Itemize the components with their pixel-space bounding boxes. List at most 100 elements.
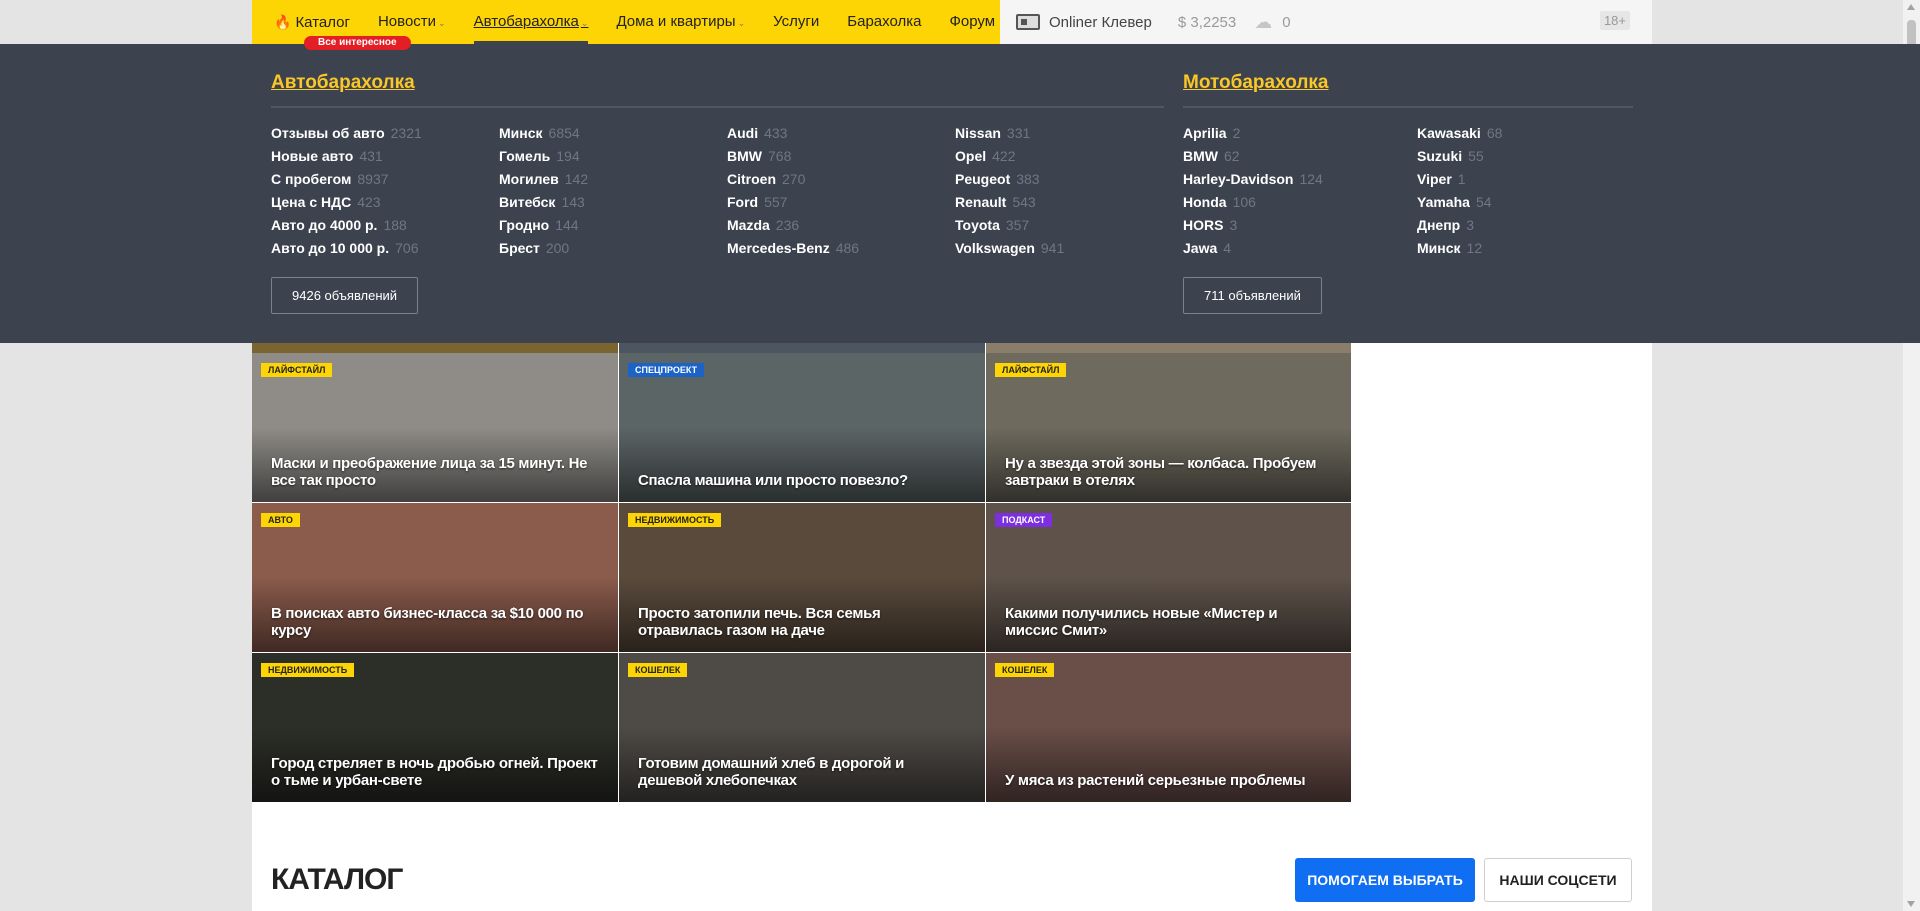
news-tile[interactable]: Подкаст Какими получились новые «Мистер и… [986, 503, 1351, 652]
scroll-up-arrow-icon[interactable] [1907, 4, 1915, 10]
auto-section-title[interactable]: Автобарахолка [271, 72, 415, 100]
moto-link-item[interactable]: Днепр 3 [1417, 214, 1502, 237]
social-networks-button[interactable]: НАШИ СОЦСЕТИ [1484, 858, 1632, 902]
auto-link-item[interactable]: Toyota 357 [955, 214, 1064, 237]
category-tag[interactable]: Авто [261, 513, 300, 527]
news-title[interactable]: Готовим домашний хлеб в дорогой и дешево… [638, 755, 965, 789]
news-title[interactable]: Какими получились новые «Мистер и миссис… [1005, 605, 1331, 639]
link-count: 543 [1012, 194, 1036, 210]
moto-link-item[interactable]: Минск 12 [1417, 237, 1502, 260]
news-tile[interactable]: Недвижимость Город стреляет в ночь дробью… [252, 653, 618, 802]
news-title[interactable]: Город стреляет в ночь дробью огней. Прое… [271, 755, 598, 789]
nav-item-catalog[interactable]: 🔥 Каталог Все интересное [274, 0, 411, 50]
tile-image-shade [619, 427, 985, 502]
promo-badge[interactable]: Все интересное [304, 36, 411, 50]
nav-item-autobaraholka[interactable]: Автобарахолка ⌄ [473, 0, 588, 44]
news-title[interactable]: Маски и преображение лица за 15 минут. Н… [271, 455, 598, 489]
moto-link-item[interactable]: Viper 1 [1417, 168, 1502, 191]
moto-link-item[interactable]: Jawa 4 [1183, 237, 1323, 260]
auto-link-item[interactable]: Гродно 144 [499, 214, 588, 237]
category-tag[interactable]: Кошелек [628, 663, 688, 677]
link-count: 423 [357, 194, 381, 210]
auto-link-item[interactable]: Opel 422 [955, 145, 1064, 168]
moto-link-item[interactable]: Harley-Davidson 124 [1183, 168, 1323, 191]
link-label: Гомель [499, 148, 551, 164]
category-tag[interactable]: Недвижимость [628, 513, 722, 527]
weather-temp[interactable]: 0 [1282, 14, 1290, 31]
auto-link-item[interactable]: Авто до 10 000 р. 706 [271, 237, 422, 260]
moto-link-item[interactable]: Honda 106 [1183, 191, 1323, 214]
moto-column-1: Aprilia 2 BMW 62 Harley-Davidson 124 Honda 106 H… [1183, 122, 1323, 260]
auto-link-item[interactable]: Минск 6854 [499, 122, 588, 145]
link-label: Harley-Davidson [1183, 171, 1294, 187]
cloud-icon: ☁ [1254, 11, 1273, 32]
auto-link-item[interactable]: Volkswagen 941 [955, 237, 1064, 260]
moto-link-item[interactable]: Yamaha 54 [1417, 191, 1502, 214]
auto-link-item[interactable]: BMW 768 [727, 145, 859, 168]
moto-column-2: Kawasaki 68 Suzuki 55 Viper 1 Yamaha 54 Днепр 3 Ми… [1417, 122, 1502, 260]
link-label: Гродно [499, 217, 550, 233]
auto-link-item[interactable]: Renault 543 [955, 191, 1064, 214]
category-tag[interactable]: Лайфстайл [261, 363, 333, 377]
auto-link-item[interactable]: Могилев 142 [499, 168, 588, 191]
news-tile[interactable]: Спецпроект Спасла машина или просто повез… [619, 353, 985, 502]
auto-link-item[interactable]: Audi 433 [727, 122, 859, 145]
clever-link[interactable]: Onliner Клевер [1049, 14, 1152, 31]
news-tile[interactable]: Кошелек Готовим домашний хлеб в дорогой и… [619, 653, 985, 802]
clever-card-icon [1016, 14, 1040, 30]
news-title[interactable]: У мяса из растений серьезные проблемы [1005, 772, 1331, 789]
moto-link-item[interactable]: BMW 62 [1183, 145, 1323, 168]
moto-section-title[interactable]: Мотобарахолка [1183, 72, 1328, 100]
auto-link-item[interactable]: С пробегом 8937 [271, 168, 422, 191]
auto-link-item[interactable]: Гомель 194 [499, 145, 588, 168]
news-title[interactable]: Ну а звезда этой зоны — колбаса. Пробуем… [1005, 455, 1331, 489]
news-tile[interactable]: Лайфстайл Ну а звезда этой зоны — колбаса… [986, 353, 1351, 502]
news-tile[interactable]: Лайфстайл Маски и преображение лица за 15… [252, 353, 618, 502]
nav-item-services[interactable]: Услуги [773, 0, 819, 44]
news-title[interactable]: Просто затопили печь. Вся семья отравила… [638, 605, 965, 639]
auto-link-item[interactable]: Ford 557 [727, 191, 859, 214]
category-tag[interactable]: Недвижимость [261, 663, 355, 677]
auto-link-item[interactable]: Mercedes-Benz 486 [727, 237, 859, 260]
auto-link-item[interactable]: Mazda 236 [727, 214, 859, 237]
auto-link-item[interactable]: Новые авто 431 [271, 145, 422, 168]
moto-link-item[interactable]: Aprilia 2 [1183, 122, 1323, 145]
news-tile[interactable]: Авто В поисках авто бизнес-класса за $10 … [252, 503, 618, 652]
auto-link-item[interactable]: Citroen 270 [727, 168, 859, 191]
auto-link-item[interactable]: Авто до 4000 р. 188 [271, 214, 422, 237]
auto-link-item[interactable]: Цена с НДС 423 [271, 191, 422, 214]
link-count: 54 [1475, 194, 1492, 210]
news-title[interactable]: В поисках авто бизнес-класса за $10 000 … [271, 605, 598, 639]
link-count: 2321 [390, 125, 422, 141]
auto-link-item[interactable]: Брест 200 [499, 237, 588, 260]
nav-label: Барахолка [847, 13, 922, 30]
news-tile[interactable]: Кошелек У мяса из растений серьезные проб… [986, 653, 1351, 802]
auto-link-item[interactable]: Nissan 331 [955, 122, 1064, 145]
link-count: 124 [1299, 171, 1323, 187]
moto-link-item[interactable]: HORS 3 [1183, 214, 1323, 237]
auto-link-item[interactable]: Витебск 143 [499, 191, 588, 214]
moto-link-item[interactable]: Suzuki 55 [1417, 145, 1502, 168]
previous-row-image-strip [252, 343, 618, 353]
currency-rate[interactable]: $ 3,2253 [1178, 14, 1236, 31]
news-title[interactable]: Спасла машина или просто повезло? [638, 472, 965, 489]
link-label: Витебск [499, 194, 556, 210]
category-tag[interactable]: Кошелек [995, 663, 1055, 677]
category-tag[interactable]: Спецпроект [628, 363, 705, 377]
nav-label: Новости [377, 13, 437, 30]
news-tile[interactable]: Недвижимость Просто затопили печь. Вся се… [619, 503, 985, 652]
category-tag[interactable]: Подкаст [995, 513, 1053, 527]
nav-item-realty[interactable]: Дома и квартиры ⌄ [616, 0, 745, 44]
moto-link-item[interactable]: Kawasaki 68 [1417, 122, 1502, 145]
auto-ads-button[interactable]: 9426 объявлений [271, 277, 419, 314]
link-label: Авто до 10 000 р. [271, 240, 390, 256]
link-count: 55 [1468, 148, 1484, 164]
scroll-down-arrow-icon[interactable] [1907, 901, 1915, 907]
category-tag[interactable]: Лайфстайл [995, 363, 1067, 377]
auto-link-item[interactable]: Отзывы об авто 2321 [271, 122, 422, 145]
nav-item-baraholka[interactable]: Барахолка [847, 0, 921, 44]
help-choose-button[interactable]: ПОМОГАЕМ ВЫБРАТЬ [1295, 858, 1475, 902]
nav-item-forum[interactable]: Форум [949, 0, 995, 44]
moto-ads-button[interactable]: 711 объявлений [1183, 277, 1322, 314]
auto-link-item[interactable]: Peugeot 383 [955, 168, 1064, 191]
